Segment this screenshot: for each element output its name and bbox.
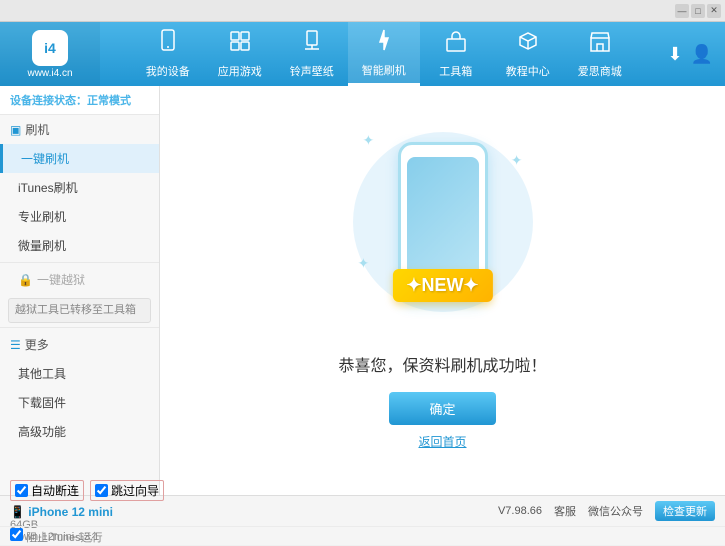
header: i4 www.i4.cn 我的设备 应用游戏 铃声壁纸 智能刷机 [0, 22, 725, 86]
nav-smart-flash-label: 智能刷机 [362, 62, 406, 78]
sidebar-item-other-tools[interactable]: 其他工具 [0, 359, 159, 388]
device-icon: 📱 [10, 505, 28, 519]
itunes-label[interactable]: 阻止iTunes运行 [10, 528, 103, 545]
device-status: 设备连接状态：正常模式 [0, 86, 159, 115]
return-link[interactable]: 返回首页 [418, 433, 466, 450]
bottom-itunes-bar: 阻止iTunes运行 [0, 526, 725, 546]
sidebar-section-jailbreak: 🔒 一键越狱 [0, 265, 159, 294]
sidebar-item-one-click[interactable]: 一键刷机 [0, 144, 159, 173]
close-button[interactable]: ✕ [707, 4, 721, 18]
sidebar-item-pro-flash[interactable]: 专业刷机 [0, 202, 159, 231]
flash-section-icon: ▣ [10, 123, 21, 137]
sparkle-icon-3: ✦ [358, 255, 370, 272]
device-name: iPhone 12 mini [28, 505, 113, 519]
sidebar-more-label: 更多 [25, 336, 49, 353]
nav-app-game[interactable]: 应用游戏 [204, 22, 276, 86]
logo-icon: i4 [32, 30, 68, 66]
itunes-checkbox[interactable] [10, 528, 23, 541]
success-message: 恭喜您，保资料刷机成功啦！ [338, 352, 546, 376]
new-badge: ✦NEW✦ [392, 269, 492, 302]
sidebar-item-download-firmware[interactable]: 下载固件 [0, 388, 159, 417]
bottom-combined: 自动断连 跳过向导 📱 iPhone 12 mini 64GB Down-12m… [0, 495, 725, 545]
nav-my-device-label: 我的设备 [146, 63, 190, 79]
main-layout: 设备连接状态：正常模式 ▣ 刷机 一键刷机 iTunes刷机 专业刷机 微量刷机… [0, 86, 725, 495]
minimize-button[interactable]: — [675, 4, 689, 18]
sidebar-section-more: ☰ 更多 [0, 330, 159, 359]
skip-wizard-label[interactable]: 跳过向导 [90, 480, 164, 501]
version-text: V7.98.66 [498, 505, 542, 517]
auto-disconnect-checkbox[interactable] [15, 484, 28, 497]
ringtone-nav-icon [300, 29, 324, 59]
status-label: 设备连接状态： [10, 95, 87, 107]
checkboxes-row: 自动断连 跳过向导 [10, 480, 164, 501]
wechat-link[interactable]: 微信公众号 [588, 503, 643, 519]
app-nav-icon [228, 29, 252, 59]
nav-smart-flash[interactable]: 智能刷机 [348, 22, 420, 86]
logo-text: www.i4.cn [27, 68, 72, 79]
jailbreak-notice: 越狱工具已转移至工具箱 [8, 298, 151, 323]
auto-disconnect-text: 自动断连 [31, 482, 79, 499]
divider-2 [0, 327, 159, 328]
nav-store[interactable]: 爱思商城 [564, 22, 636, 86]
nav-ringtone-label: 铃声壁纸 [290, 63, 334, 79]
sidebar-item-itunes-flash[interactable]: iTunes刷机 [0, 173, 159, 202]
more-section-icon: ☰ [10, 338, 21, 352]
logo-area: i4 www.i4.cn [0, 22, 100, 86]
sparkle-icon-1: ✦ [363, 132, 375, 149]
confirm-button[interactable]: 确定 [389, 392, 495, 425]
itunes-text: 阻止iTunes运行 [26, 532, 103, 544]
toolbox-nav-icon [444, 29, 468, 59]
maximize-button[interactable]: □ [691, 4, 705, 18]
nav-tutorial[interactable]: 教程中心 [492, 22, 564, 86]
jailbreak-label: 一键越狱 [37, 271, 85, 288]
nav-toolbox[interactable]: 工具箱 [420, 22, 492, 86]
flash-nav-icon [372, 28, 396, 58]
status-value: 正常模式 [87, 95, 131, 107]
divider-1 [0, 262, 159, 263]
nav-my-device[interactable]: 我的设备 [132, 22, 204, 86]
user-icon[interactable]: 👤 [691, 44, 713, 65]
titlebar: — □ ✕ [0, 0, 725, 22]
nav-store-label: 爱思商城 [578, 63, 622, 79]
bottom-right: V7.98.66 客服 微信公众号 检查更新 [498, 501, 715, 521]
sidebar-section-flash: ▣ 刷机 [0, 115, 159, 144]
store-nav-icon [588, 29, 612, 59]
success-illustration: ✦NEW✦ ✦ ✦ ✦ [353, 132, 533, 332]
download-icon[interactable]: ⬇ [667, 44, 682, 65]
auto-disconnect-label[interactable]: 自动断连 [10, 480, 84, 501]
header-right: ⬇ 👤 [667, 44, 725, 65]
nav-ringtone[interactable]: 铃声壁纸 [276, 22, 348, 86]
nav-toolbox-label: 工具箱 [439, 63, 472, 79]
tutorial-nav-icon [516, 29, 540, 59]
phone-screen [407, 157, 479, 279]
bottom-row1: 自动断连 跳过向导 📱 iPhone 12 mini 64GB Down-12m… [0, 496, 725, 526]
content-area: ✦NEW✦ ✦ ✦ ✦ 恭喜您，保资料刷机成功啦！ 确定 返回首页 [160, 86, 725, 495]
skip-wizard-text: 跳过向导 [111, 482, 159, 499]
nav-tutorial-label: 教程中心 [506, 63, 550, 79]
sparkle-icon-2: ✦ [511, 152, 523, 169]
device-nav-icon [156, 29, 180, 59]
skip-wizard-checkbox[interactable] [95, 484, 108, 497]
check-update-button[interactable]: 检查更新 [655, 501, 715, 521]
nav-app-game-label: 应用游戏 [218, 63, 262, 79]
lock-icon: 🔒 [18, 273, 33, 287]
customer-service-link[interactable]: 客服 [554, 503, 576, 519]
nav-items: 我的设备 应用游戏 铃声壁纸 智能刷机 工具箱 [100, 22, 667, 86]
sidebar-item-advanced[interactable]: 高级功能 [0, 417, 159, 446]
sidebar-item-downgrade[interactable]: 微量刷机 [0, 231, 159, 260]
sidebar: 设备连接状态：正常模式 ▣ 刷机 一键刷机 iTunes刷机 专业刷机 微量刷机… [0, 86, 160, 495]
sidebar-flash-label: 刷机 [25, 121, 49, 138]
